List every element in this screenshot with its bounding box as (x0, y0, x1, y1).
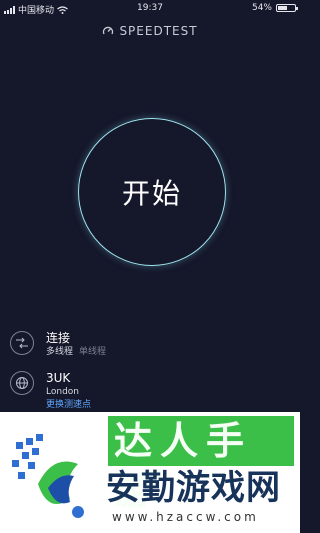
watermark-url: www.hzaccw.com (112, 510, 259, 524)
status-right: 54% (251, 3, 298, 13)
start-test-button[interactable]: 开始 (78, 118, 226, 266)
server-location: London (46, 387, 79, 397)
connections-icon (10, 331, 34, 355)
watermark-logo-icon (12, 434, 84, 518)
connection-title: 连接 (46, 331, 71, 345)
battery-percent: 54% (251, 3, 272, 13)
globe-icon (10, 371, 34, 395)
server-row[interactable]: 3UK London 更换测速点 (10, 371, 91, 412)
connection-row[interactable]: 连接 多线程 单线程 (10, 331, 106, 359)
multi-thread-option[interactable]: 多线程 (46, 347, 73, 357)
server-name: 3UK (46, 371, 71, 385)
status-bar: 中国移动 19:37 54% (0, 0, 300, 18)
start-test-label: 开始 (121, 177, 182, 210)
speedtest-gauge-icon (103, 26, 114, 35)
watermark-banner: 达人手游 安勤游戏网 www.hzaccw.com (0, 412, 300, 533)
brand-name: SPEEDTEST (119, 24, 198, 38)
change-server-link[interactable]: 更换测速点 (46, 399, 91, 412)
single-thread-option[interactable]: 单线程 (79, 347, 106, 357)
app-header: SPEEDTEST (0, 24, 300, 38)
watermark-title-top: 达人手游 (108, 416, 294, 513)
battery-icon (276, 4, 298, 12)
watermark-title-main: 安勤游戏网 (106, 468, 281, 508)
